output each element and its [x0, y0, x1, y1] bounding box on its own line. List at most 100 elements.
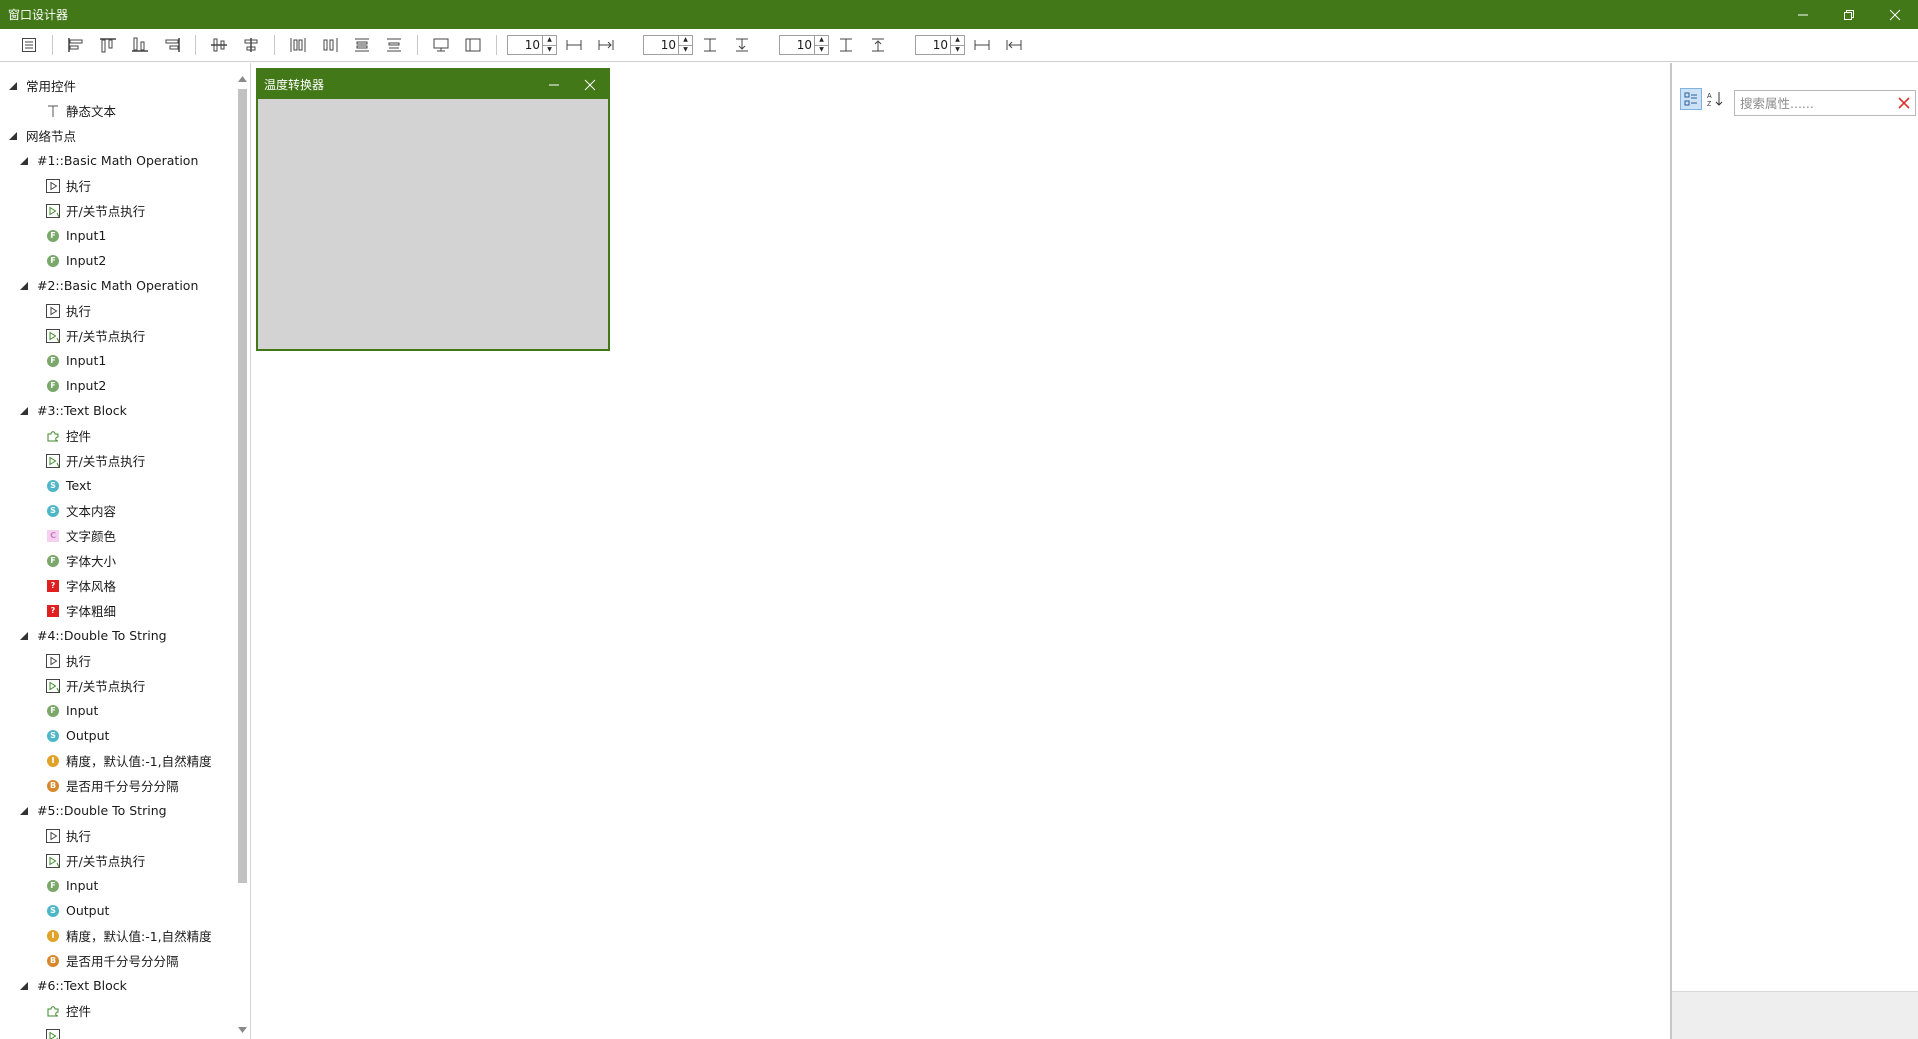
tree-item[interactable]: F Input2 [0, 248, 234, 273]
tree-item[interactable]: 执行 [0, 823, 234, 848]
horizontal-spacing-button[interactable] [561, 33, 587, 57]
collapse-arrow-icon[interactable] [19, 156, 29, 166]
align-bottom-button[interactable] [127, 33, 153, 57]
tree-group[interactable]: #4::Double To String [0, 623, 234, 648]
spinner-value[interactable]: 10 [508, 38, 542, 52]
tree-item[interactable]: 控件 [0, 998, 234, 1023]
column-spacing-spinner[interactable]: 10 ▲ ▼ [779, 35, 829, 55]
tree-item[interactable]: S Text [0, 473, 234, 498]
spinner-up-icon[interactable]: ▲ [951, 36, 964, 45]
spinner-down-icon[interactable]: ▼ [951, 44, 964, 55]
tree-group[interactable]: #6::Text Block [0, 973, 234, 998]
collapse-arrow-icon[interactable] [19, 981, 29, 991]
tree-item[interactable]: S 文本内容 [0, 498, 234, 523]
vertical-spacing-apply-button[interactable] [729, 33, 755, 57]
row-spacing-spinner[interactable]: 10 ▲ ▼ [915, 35, 965, 55]
tree-item[interactable]: B 是否用千分号分分隔 [0, 773, 234, 798]
collapse-arrow-icon[interactable] [8, 81, 18, 91]
restore-button[interactable] [1826, 0, 1872, 29]
distribute-horizontal-alt-button[interactable] [317, 33, 343, 57]
column-spacing-button[interactable] [833, 33, 859, 57]
tree-item[interactable]: F Input1 [0, 223, 234, 248]
collapse-arrow-icon[interactable] [19, 281, 29, 291]
tree-group[interactable]: #2::Basic Math Operation [0, 273, 234, 298]
tree-group[interactable]: 网络节点 [0, 123, 234, 148]
spinner-up-icon[interactable]: ▲ [679, 36, 692, 45]
align-right-button[interactable] [159, 33, 185, 57]
minimize-button[interactable] [1780, 0, 1826, 29]
tree-item[interactable]: F Input [0, 873, 234, 898]
tree-group[interactable]: #1::Basic Math Operation [0, 148, 234, 173]
tree-item[interactable]: 开/关节点执行 [0, 448, 234, 473]
tree-item[interactable]: 开/关节点执行 [0, 323, 234, 348]
tree-item[interactable]: F Input1 [0, 348, 234, 373]
vertical-spacing-button[interactable] [697, 33, 723, 57]
collapse-arrow-icon[interactable] [19, 631, 29, 641]
horizontal-spacing-apply-button[interactable] [593, 33, 619, 57]
spinner-down-icon[interactable]: ▼ [679, 44, 692, 55]
spinner-value[interactable]: 10 [644, 38, 678, 52]
scroll-down-icon[interactable] [236, 1024, 249, 1036]
tree-item[interactable]: ? 字体粗细 [0, 598, 234, 623]
same-height-button[interactable] [460, 33, 486, 57]
form-title-bar[interactable]: 温度转换器 [258, 70, 608, 99]
same-width-button[interactable] [428, 33, 454, 57]
tree-item[interactable]: F Input [0, 698, 234, 723]
tree-item[interactable]: I 精度，默认值:-1,自然精度 [0, 923, 234, 948]
tree-item[interactable] [0, 1023, 234, 1039]
scroll-up-icon[interactable] [236, 73, 249, 85]
tree-group[interactable]: #5::Double To String [0, 798, 234, 823]
tree-item[interactable]: 静态文本 [0, 98, 234, 123]
property-search[interactable] [1734, 90, 1916, 116]
tree-item[interactable]: 开/关节点执行 [0, 673, 234, 698]
categorized-button[interactable] [1680, 88, 1702, 110]
tree-item[interactable]: 控件 [0, 423, 234, 448]
collapse-arrow-icon[interactable] [8, 131, 18, 141]
form-minimize-button[interactable] [536, 70, 572, 99]
tree-item[interactable]: B 是否用千分号分分隔 [0, 948, 234, 973]
distribute-vertical-button[interactable] [349, 33, 375, 57]
column-spacing-apply-button[interactable] [865, 33, 891, 57]
left-margin-spinner[interactable]: 10 ▲ ▼ [507, 35, 557, 55]
spinner-up-icon[interactable]: ▲ [543, 36, 556, 45]
row-spacing-apply-button[interactable] [1001, 33, 1027, 57]
tree-item[interactable]: I 精度，默认值:-1,自然精度 [0, 748, 234, 773]
close-button[interactable] [1872, 0, 1918, 29]
tree-item[interactable]: F 字体大小 [0, 548, 234, 573]
spinner-up-icon[interactable]: ▲ [815, 36, 828, 45]
scrollbar-thumb[interactable] [238, 89, 247, 883]
center-vertical-button[interactable] [238, 33, 264, 57]
distribute-vertical-alt-button[interactable] [381, 33, 407, 57]
collapse-arrow-icon[interactable] [19, 806, 29, 816]
align-top-button[interactable] [95, 33, 121, 57]
spinner-value[interactable]: 10 [916, 38, 950, 52]
alphabetical-button[interactable]: A Z [1704, 88, 1726, 110]
tree-item[interactable]: F Input2 [0, 373, 234, 398]
spinner-down-icon[interactable]: ▼ [815, 44, 828, 55]
spinner-value[interactable]: 10 [780, 38, 814, 52]
design-canvas[interactable]: 温度转换器 [252, 63, 1669, 1039]
tree-item[interactable]: S Output [0, 898, 234, 923]
tree-item[interactable]: ? 字体风格 [0, 573, 234, 598]
tree-item[interactable]: S Output [0, 723, 234, 748]
tree-group[interactable]: #3::Text Block [0, 398, 234, 423]
align-left-button[interactable] [63, 33, 89, 57]
tree-item[interactable]: 开/关节点执行 [0, 198, 234, 223]
tree-item[interactable]: C 文字颜色 [0, 523, 234, 548]
collapse-arrow-icon[interactable] [19, 406, 29, 416]
top-margin-spinner[interactable]: 10 ▲ ▼ [643, 35, 693, 55]
spinner-down-icon[interactable]: ▼ [543, 44, 556, 55]
properties-grid-button[interactable] [16, 33, 42, 57]
row-spacing-button[interactable] [969, 33, 995, 57]
form-close-button[interactable] [572, 70, 608, 99]
center-horizontal-button[interactable] [206, 33, 232, 57]
tree-item[interactable]: 执行 [0, 298, 234, 323]
clear-search-button[interactable] [1893, 92, 1915, 114]
tree-scrollbar[interactable] [236, 73, 249, 1036]
tree-item[interactable]: 开/关节点执行 [0, 848, 234, 873]
property-search-input[interactable] [1735, 92, 1893, 114]
distribute-horizontal-button[interactable] [285, 33, 311, 57]
tree-group[interactable]: 常用控件 [0, 73, 234, 98]
designed-form[interactable]: 温度转换器 [256, 68, 610, 351]
tree-item[interactable]: 执行 [0, 173, 234, 198]
